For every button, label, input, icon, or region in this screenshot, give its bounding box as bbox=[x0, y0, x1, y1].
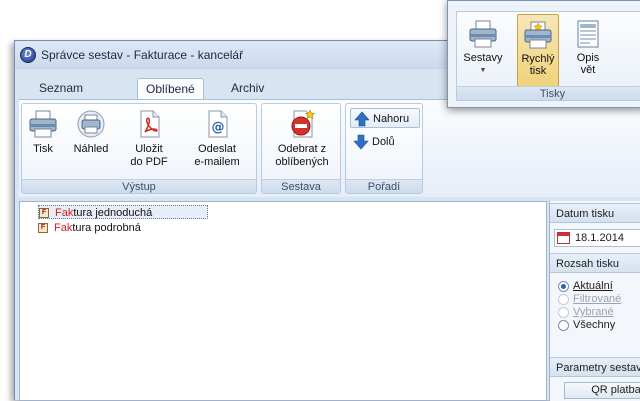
tisky-popup: Sestavy ▼ Rychlý tisk Opis vět Tisky bbox=[447, 0, 640, 108]
list-item-label: tura podrobná bbox=[72, 222, 141, 234]
tab-seznam-sestav[interactable]: Seznam sestav bbox=[31, 78, 91, 115]
record-copy-label-2: vět bbox=[580, 64, 596, 76]
tab-oblibene[interactable]: Oblíbené bbox=[137, 78, 204, 101]
print-button[interactable]: Tisk bbox=[26, 108, 60, 156]
move-up-label: Nahoru bbox=[373, 113, 410, 125]
quick-print-button[interactable]: Rychlý tisk bbox=[517, 14, 559, 88]
radio-icon bbox=[558, 281, 569, 292]
group-poradi: Nahoru Dolů Pořadí bbox=[345, 103, 423, 194]
remove-favorite-button[interactable]: Odebrat z oblíbených bbox=[264, 108, 340, 169]
save-pdf-label-1: Uložit bbox=[135, 143, 163, 155]
send-email-label-1: Odeslat bbox=[198, 143, 236, 155]
sestavy-label: Sestavy bbox=[463, 52, 503, 64]
quick-print-label-2: tisk bbox=[529, 65, 547, 77]
tisky-caption: Tisky bbox=[457, 86, 640, 100]
window-title: Správce sestav - Fakturace - kancelář bbox=[41, 48, 244, 62]
quick-print-label-1: Rychlý bbox=[521, 53, 555, 65]
printer-icon bbox=[467, 18, 499, 50]
report-file-icon: F bbox=[39, 208, 49, 218]
group-vystup-caption: Výstup bbox=[22, 179, 256, 193]
record-copy-label-1: Opis bbox=[576, 52, 600, 64]
record-copy-icon bbox=[572, 18, 604, 50]
date-header: Datum tisku bbox=[550, 203, 640, 223]
qr-payment-button[interactable]: QR platba bbox=[564, 382, 640, 399]
range-option-vybrane: Vybrané bbox=[558, 306, 614, 319]
save-pdf-label-2: do PDF bbox=[130, 156, 168, 168]
remove-favorite-label-2: oblíbených bbox=[275, 156, 329, 168]
list-item-match: Fak bbox=[54, 222, 73, 234]
record-copy-button[interactable]: Opis vět bbox=[569, 18, 607, 76]
remove-favorite-icon bbox=[286, 108, 318, 140]
sestavy-button[interactable]: Sestavy ▼ bbox=[461, 18, 505, 77]
radio-icon bbox=[558, 307, 569, 318]
remove-favorite-label-1: Odebrat z bbox=[277, 143, 327, 155]
calendar-icon[interactable] bbox=[557, 232, 570, 244]
range-option-filtrovane: Filtrované bbox=[558, 293, 621, 306]
range-option-label: Všechny bbox=[573, 319, 616, 331]
preview-button[interactable]: Náhled bbox=[66, 108, 116, 156]
printer-icon bbox=[27, 108, 59, 140]
preview-label: Náhled bbox=[73, 143, 109, 155]
arrow-up-icon bbox=[354, 111, 370, 127]
move-down-label: Dolů bbox=[372, 136, 395, 148]
params-header: Parametry sestavy bbox=[550, 357, 640, 377]
quick-print-icon bbox=[522, 19, 554, 51]
send-email-label-2: e-mailem bbox=[194, 156, 240, 168]
print-settings-panel: Datum tisku 18.1.2014 Rozsah tisku Aktuá… bbox=[549, 201, 640, 401]
group-sestava-caption: Sestava bbox=[262, 179, 340, 193]
radio-icon bbox=[558, 294, 569, 305]
email-icon: @ bbox=[201, 108, 233, 140]
range-option-vsechny[interactable]: Všechny bbox=[558, 319, 615, 332]
group-vystup: Tisk Náhled Uložit do PDF @ Odeslat e-ma… bbox=[21, 103, 257, 194]
print-preview-icon bbox=[75, 108, 107, 140]
app-logo-icon: D bbox=[20, 47, 36, 63]
group-poradi-caption: Pořadí bbox=[346, 179, 422, 193]
ribbon: Tisk Náhled Uložit do PDF @ Odeslat e-ma… bbox=[19, 99, 640, 197]
send-email-button[interactable]: @ Odeslat e-mailem bbox=[184, 108, 250, 169]
move-down-button[interactable]: Dolů bbox=[350, 132, 420, 152]
range-header: Rozsah tisku bbox=[550, 253, 640, 273]
tab-archiv[interactable]: Archiv bbox=[223, 78, 272, 100]
svg-text:@: @ bbox=[212, 120, 225, 135]
group-sestava: Odebrat z oblíbených Sestava bbox=[261, 103, 341, 194]
range-option-label: Filtrované bbox=[573, 293, 622, 305]
print-date-field[interactable]: 18.1.2014 bbox=[554, 229, 640, 247]
save-pdf-button[interactable]: Uložit do PDF bbox=[124, 108, 174, 169]
range-option-label: Aktuální bbox=[573, 280, 613, 292]
move-up-button[interactable]: Nahoru bbox=[350, 108, 420, 128]
list-item[interactable]: F Faktura jednoduchá bbox=[38, 205, 208, 219]
list-item-label: tura jednoduchá bbox=[73, 207, 153, 219]
pdf-icon bbox=[133, 108, 165, 140]
print-date-value: 18.1.2014 bbox=[575, 232, 624, 244]
report-list: F Faktura jednoduchá F Faktura podrobná bbox=[19, 201, 547, 401]
range-option-label: Vybrané bbox=[573, 306, 614, 318]
radio-icon bbox=[558, 320, 569, 331]
print-label: Tisk bbox=[33, 143, 53, 155]
list-item-match: Fak bbox=[55, 207, 74, 219]
arrow-down-icon bbox=[353, 134, 369, 150]
dropdown-arrow-icon: ▼ bbox=[479, 67, 487, 74]
range-option-aktualni[interactable]: Aktuální bbox=[558, 280, 613, 293]
tisky-group: Sestavy ▼ Rychlý tisk Opis vět Tisky bbox=[456, 11, 640, 101]
report-file-icon: F bbox=[38, 223, 48, 233]
list-item[interactable]: F Faktura podrobná bbox=[38, 221, 208, 235]
